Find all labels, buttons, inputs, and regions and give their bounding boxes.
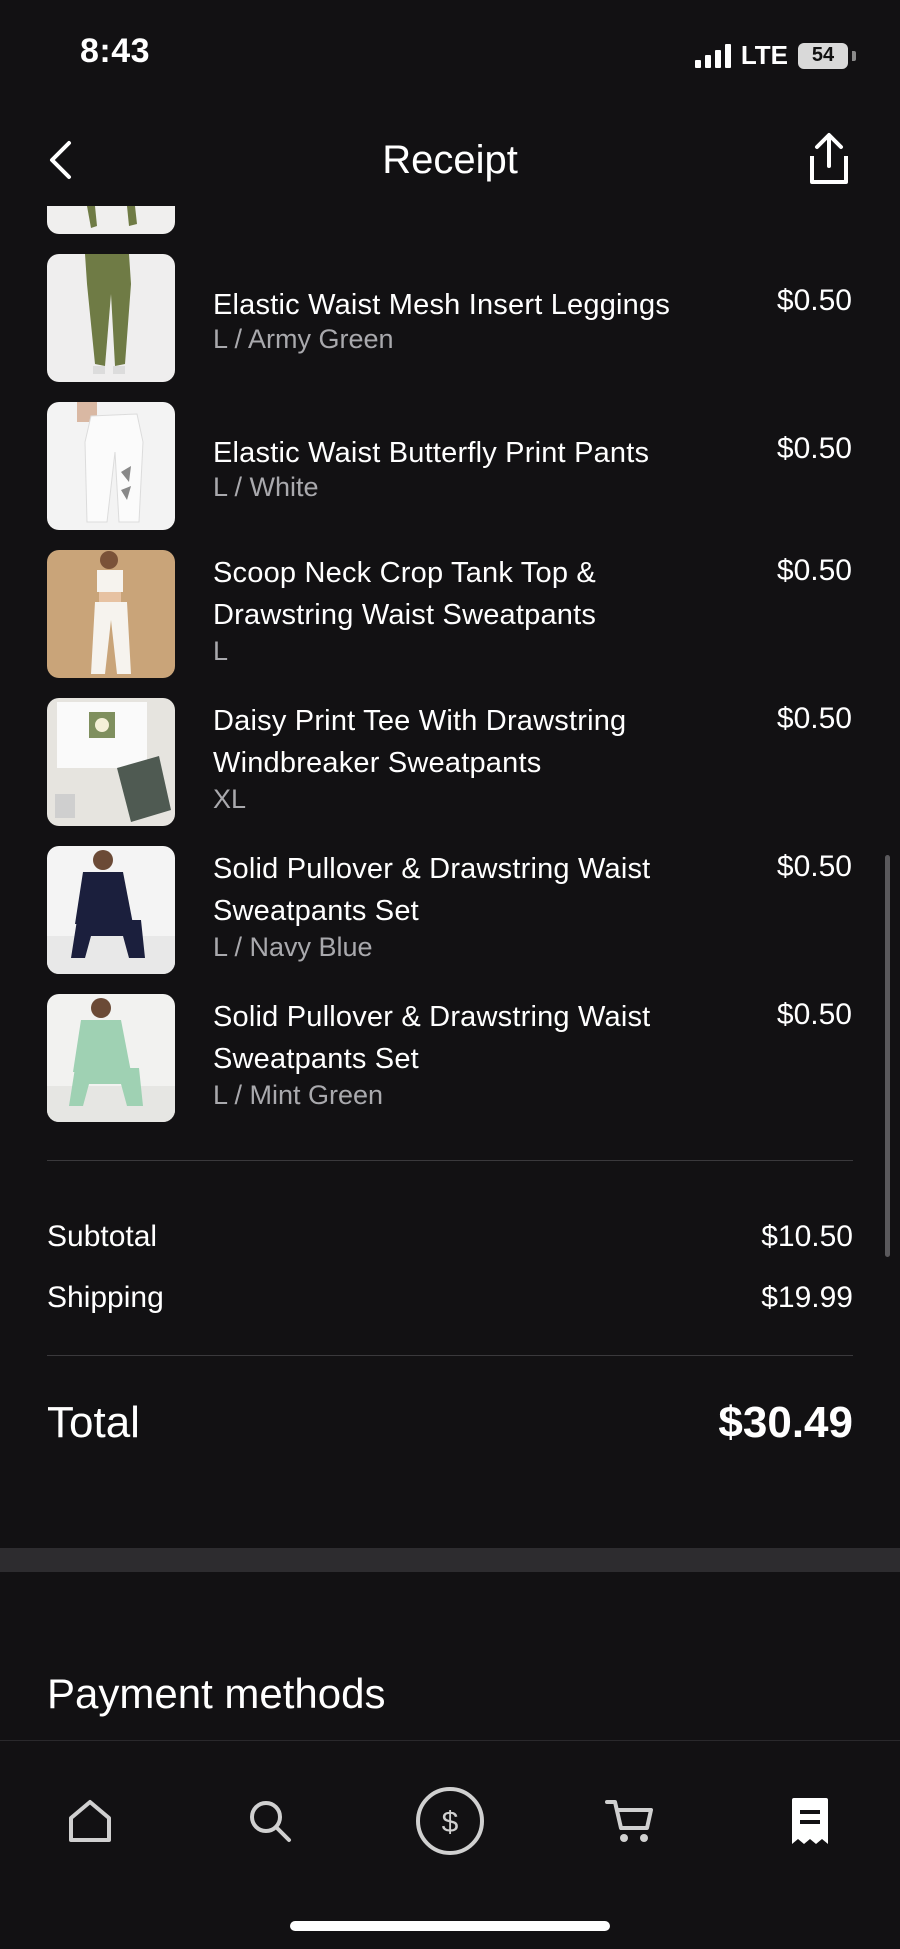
section-separator — [0, 1548, 900, 1572]
item-name: Solid Pullover & Drawstring Waist Sweatp… — [213, 853, 651, 927]
item-name: Solid Pullover & Drawstring Waist Sweatp… — [213, 1001, 651, 1075]
header: Receipt — [0, 120, 900, 200]
receipt-items-list: Elastic Waist Mesh Insert Leggings L / A… — [0, 254, 900, 1142]
item-variant: L / Army Green — [213, 324, 394, 354]
product-thumbnail — [47, 994, 175, 1122]
product-image — [47, 994, 175, 1122]
page-title: Receipt — [382, 138, 518, 182]
nav-home[interactable] — [50, 1781, 130, 1861]
payment-methods-heading: Payment methods — [47, 1670, 386, 1717]
dollar-icon: $ — [416, 1787, 484, 1855]
receipt-item[interactable]: Solid Pullover & Drawstring Waist Sweatp… — [0, 846, 900, 994]
item-name: Daisy Print Tee With Drawstring Windbrea… — [213, 705, 627, 779]
network-label: LTE — [740, 40, 788, 70]
nav-receipts[interactable] — [770, 1781, 850, 1861]
scrollbar[interactable] — [885, 855, 890, 1257]
item-name: Elastic Waist Butterfly Print Pants — [213, 437, 650, 469]
nav-search[interactable] — [230, 1781, 310, 1861]
item-name: Elastic Waist Mesh Insert Leggings — [213, 289, 671, 321]
divider — [47, 1355, 853, 1356]
item-price: $0.50 — [776, 554, 852, 587]
product-image — [47, 254, 175, 382]
battery-level: 54 — [811, 44, 835, 66]
status-indicators: LTE 54 — [694, 40, 856, 71]
nav-cart[interactable] — [590, 1781, 670, 1861]
signal-icon — [694, 43, 731, 68]
shipping-row: Shipping $19.99 — [47, 1281, 853, 1315]
item-variant: L / Mint Green — [213, 1080, 384, 1110]
receipt-icon — [792, 1798, 828, 1844]
product-image — [47, 846, 175, 974]
item-price: $0.50 — [776, 998, 852, 1031]
receipt-item[interactable]: Daisy Print Tee With Drawstring Windbrea… — [0, 698, 900, 846]
total-row: Total $30.49 — [47, 1398, 853, 1448]
receipt-item[interactable]: Elastic Waist Butterfly Print Pants L / … — [0, 402, 900, 550]
product-image — [47, 550, 175, 678]
item-price: $0.50 — [776, 432, 852, 465]
divider — [47, 1160, 853, 1161]
receipt-item[interactable]: Scoop Neck Crop Tank Top & Drawstring Wa… — [0, 550, 900, 698]
product-image — [87, 206, 137, 228]
item-variant: XL — [213, 784, 247, 814]
home-indicator — [290, 1921, 610, 1931]
subtotal-value: $10.50 — [761, 1220, 853, 1253]
item-price: $0.50 — [776, 284, 852, 317]
share-icon — [810, 133, 848, 184]
cart-icon — [605, 1800, 653, 1842]
nav-pay[interactable]: $ — [410, 1781, 490, 1861]
item-price: $0.50 — [776, 702, 852, 735]
item-variant: L — [213, 636, 229, 666]
shipping-value: $19.99 — [761, 1281, 853, 1314]
battery-tip — [852, 50, 856, 61]
product-thumbnail — [47, 402, 175, 530]
bottom-nav: $ — [0, 1740, 900, 1949]
total-label: Total — [47, 1398, 140, 1447]
svg-text:$: $ — [442, 1806, 459, 1839]
product-thumbnail — [47, 254, 175, 382]
product-thumbnail — [47, 698, 175, 826]
product-image — [47, 402, 175, 530]
product-thumbnail — [47, 550, 175, 678]
product-image — [47, 698, 175, 826]
status-time: 8:43 — [80, 32, 151, 70]
share-button[interactable] — [804, 132, 854, 188]
total-value: $30.49 — [718, 1398, 853, 1447]
item-variant: L / White — [213, 472, 319, 502]
battery-icon: 54 — [798, 42, 848, 69]
shipping-label: Shipping — [47, 1281, 164, 1314]
receipt-item[interactable]: Elastic Waist Mesh Insert Leggings L / A… — [0, 254, 900, 402]
home-icon — [69, 1800, 111, 1842]
product-thumbnail — [47, 846, 175, 974]
subtotal-row: Subtotal $10.50 — [47, 1220, 853, 1254]
product-thumbnail-partial — [47, 206, 175, 234]
item-name: Scoop Neck Crop Tank Top & Drawstring Wa… — [213, 557, 597, 631]
search-icon — [250, 1801, 291, 1842]
receipt-item[interactable]: Solid Pullover & Drawstring Waist Sweatp… — [0, 994, 900, 1142]
subtotal-label: Subtotal — [47, 1220, 158, 1253]
item-variant: L / Navy Blue — [213, 932, 373, 962]
item-price: $0.50 — [776, 850, 852, 883]
